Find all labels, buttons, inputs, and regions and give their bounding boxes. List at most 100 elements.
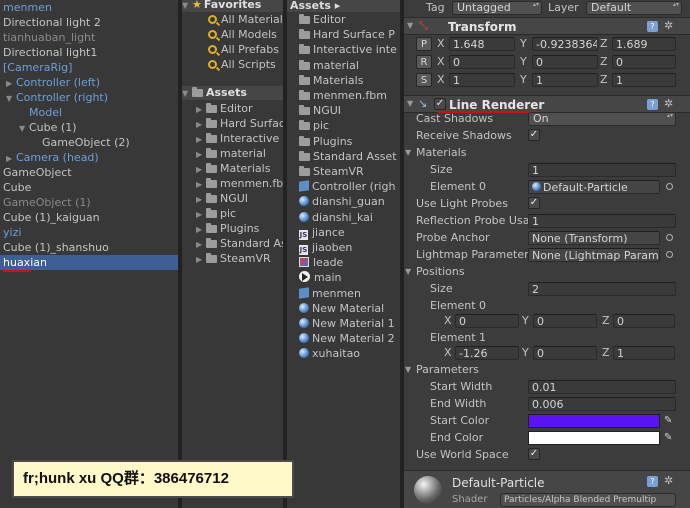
folder-tree-item[interactable]: ▶ Plugins — [182, 221, 283, 236]
chevron-down-icon[interactable]: ▼ — [405, 362, 411, 377]
favorites-header[interactable]: ▼ ★ Favorites — [182, 0, 283, 12]
materials-size-field[interactable]: 1 — [528, 163, 676, 177]
start-width-field[interactable]: 0.01 — [528, 380, 676, 394]
use-world-space-checkbox[interactable]: ✓ — [528, 448, 540, 460]
chevron-right-icon[interactable]: ▶ — [196, 147, 206, 161]
shader-dropdown[interactable]: Particles/Alpha Blended Premultip — [500, 493, 676, 507]
hierarchy-item[interactable]: huaxian — [0, 255, 178, 270]
asset-item[interactable]: JS jiaoben — [299, 240, 400, 255]
positions-size-field[interactable]: 2 — [528, 282, 676, 296]
chevron-down-icon[interactable]: ▼ — [19, 121, 29, 135]
chevron-right-icon[interactable]: ▶ — [196, 222, 206, 236]
scale-x-field[interactable]: 1 — [449, 73, 515, 87]
lightmap-parameters-field[interactable]: None (Lightmap Parame — [528, 248, 660, 262]
asset-item[interactable]: menmen — [299, 286, 400, 301]
asset-item[interactable]: Standard Asset — [299, 149, 400, 164]
asset-item[interactable]: Hard Surface P — [299, 27, 400, 42]
object-picker-icon[interactable] — [666, 251, 673, 258]
parameters-foldout[interactable]: Parameters — [416, 362, 479, 377]
chevron-right-icon[interactable]: ▶ — [196, 192, 206, 206]
position-element1-x-field[interactable]: -1.26 — [455, 346, 519, 360]
asset-item[interactable]: Materials — [299, 73, 400, 88]
asset-item[interactable]: main — [299, 270, 400, 285]
start-color-swatch[interactable] — [528, 414, 660, 428]
asset-item[interactable]: SteamVR — [299, 164, 400, 179]
folder-tree-item[interactable]: ▶ SteamVR — [182, 251, 283, 266]
chevron-right-icon[interactable]: ▶ — [196, 207, 206, 221]
asset-item[interactable]: material — [299, 58, 400, 73]
asset-item[interactable]: dianshi_guan — [299, 194, 400, 209]
hierarchy-item[interactable]: Directional light1 — [0, 45, 178, 60]
rotation-x-field[interactable]: 0 — [449, 55, 515, 69]
position-element1-y-field[interactable]: 0 — [533, 346, 597, 360]
asset-item[interactable]: NGUI — [299, 103, 400, 118]
assets-tree-header[interactable]: ▼ Assets — [182, 86, 283, 100]
positions-foldout[interactable]: Positions — [416, 264, 465, 279]
hierarchy-item[interactable]: GameObject — [0, 165, 178, 180]
use-light-probes-checkbox[interactable]: ✓ — [528, 197, 540, 209]
position-z-field[interactable]: 1.689 — [612, 37, 676, 51]
chevron-right-icon[interactable]: ▶ — [6, 76, 16, 90]
hierarchy-item[interactable]: ▶ Camera (head) — [0, 150, 178, 165]
rotation-y-field[interactable]: 0 — [532, 55, 598, 69]
chevron-right-icon[interactable]: ▶ — [196, 237, 206, 251]
end-width-field[interactable]: 0.006 — [528, 397, 676, 411]
material-header[interactable]: Default-Particle Shader Particles/Alpha … — [404, 470, 690, 508]
assets-breadcrumb[interactable]: Assets ▸ — [287, 0, 400, 12]
hierarchy-item[interactable]: yizi — [0, 225, 178, 240]
scale-z-field[interactable]: 1 — [612, 73, 676, 87]
hierarchy-item[interactable]: GameObject (1) — [0, 195, 178, 210]
rotation-reset-button[interactable]: R — [416, 55, 432, 69]
position-y-field[interactable]: -0.9238364 — [532, 37, 598, 51]
gear-icon[interactable]: ✲ — [664, 20, 673, 32]
hierarchy-item[interactable]: Model — [0, 105, 178, 120]
chevron-right-icon[interactable]: ▶ — [196, 117, 206, 131]
favorite-item[interactable]: All Scripts — [182, 57, 283, 72]
help-book-icon[interactable]: ? — [647, 99, 658, 110]
gear-icon[interactable]: ✲ — [664, 475, 673, 487]
cast-shadows-dropdown[interactable]: On — [528, 112, 676, 126]
position-element0-y-field[interactable]: 0 — [533, 314, 597, 328]
help-book-icon[interactable]: ? — [647, 21, 658, 32]
position-element0-x-field[interactable]: 0 — [455, 314, 519, 328]
asset-item[interactable]: leade — [299, 255, 400, 270]
material-element0-field[interactable]: Default-Particle — [528, 180, 660, 194]
asset-item[interactable]: New Material — [299, 301, 400, 316]
hierarchy-item[interactable]: Directional light 2 — [0, 15, 178, 30]
materials-foldout[interactable]: Materials — [416, 145, 466, 160]
chevron-down-icon[interactable]: ▼ — [405, 264, 411, 279]
chevron-right-icon[interactable]: ▶ — [196, 132, 206, 146]
eyedropper-icon[interactable]: ✎ — [664, 415, 672, 427]
asset-item[interactable]: Editor — [299, 12, 400, 27]
position-x-field[interactable]: 1.648 — [449, 37, 515, 51]
position-reset-button[interactable]: P — [416, 37, 432, 51]
chevron-right-icon[interactable]: ▶ — [196, 102, 206, 116]
hierarchy-item[interactable]: ▶ Controller (left) — [0, 75, 178, 90]
asset-item[interactable]: Interactive inte — [299, 42, 400, 57]
hierarchy-item[interactable]: Cube (1)_kaiguan — [0, 210, 178, 225]
object-picker-icon[interactable] — [666, 183, 673, 190]
folder-tree-item[interactable]: ▶ material — [182, 146, 283, 161]
asset-item[interactable]: New Material 1 — [299, 316, 400, 331]
asset-item[interactable]: dianshi_kai — [299, 210, 400, 225]
hierarchy-item[interactable]: Cube (1)_shanshuo — [0, 240, 178, 255]
folder-tree-item[interactable]: ▶ Interactive — [182, 131, 283, 146]
end-color-swatch[interactable] — [528, 431, 660, 445]
hierarchy-item[interactable]: GameObject (2) — [0, 135, 178, 150]
chevron-down-icon[interactable]: ▼ — [6, 91, 16, 105]
asset-item[interactable]: pic — [299, 118, 400, 133]
line-renderer-enabled-checkbox[interactable]: ✓ — [434, 98, 446, 110]
hierarchy-item[interactable]: [CameraRig] — [0, 60, 178, 75]
object-picker-icon[interactable] — [666, 234, 673, 241]
scale-y-field[interactable]: 1 — [532, 73, 598, 87]
position-element1-z-field[interactable]: 1 — [613, 346, 675, 360]
asset-item[interactable]: menmen.fbm — [299, 88, 400, 103]
folder-tree-item[interactable]: ▶ Hard Surface — [182, 116, 283, 131]
chevron-right-icon[interactable]: ▶ — [196, 162, 206, 176]
layer-dropdown[interactable]: Default — [586, 1, 682, 15]
asset-item[interactable]: JS jiance — [299, 225, 400, 240]
hierarchy-item[interactable]: tianhuaban_light — [0, 30, 178, 45]
receive-shadows-checkbox[interactable]: ✓ — [528, 129, 540, 141]
folder-tree-item[interactable]: ▶ Editor — [182, 101, 283, 116]
hierarchy-item[interactable]: menmen — [0, 0, 178, 15]
